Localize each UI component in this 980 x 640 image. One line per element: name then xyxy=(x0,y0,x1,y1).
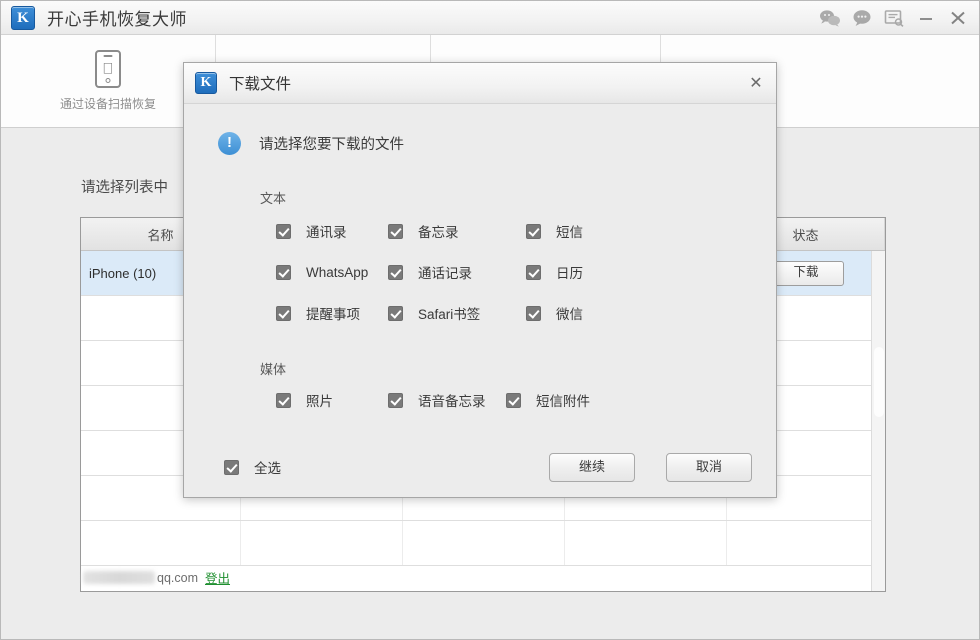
select-all-checkbox[interactable]: 全选 xyxy=(224,457,281,477)
text-checkbox-grid: 通讯录 备忘录 短信 WhatsApp 通话记录 日历 提醒事项 Safari书… xyxy=(276,221,776,323)
checkbox-reminders[interactable]: 提醒事项 xyxy=(276,303,388,323)
wechat-icon[interactable] xyxy=(819,8,841,28)
checkbox-contacts[interactable]: 通讯录 xyxy=(276,221,388,241)
checkbox-label: 语音备忘录 xyxy=(418,394,486,409)
checkbox-icon[interactable] xyxy=(388,392,403,408)
close-button[interactable] xyxy=(947,8,969,28)
dialog-action-buttons: 继续 取消 xyxy=(549,452,752,482)
checkbox-photos[interactable]: 照片 xyxy=(276,390,388,410)
feedback-icon[interactable] xyxy=(883,8,905,28)
checkbox-icon[interactable] xyxy=(224,459,239,475)
checkbox-icon[interactable] xyxy=(388,264,403,280)
checkbox-icon[interactable] xyxy=(276,223,291,239)
checkbox-icon[interactable] xyxy=(526,264,541,280)
checkbox-calendar[interactable]: 日历 xyxy=(526,262,666,282)
table-scrollbar[interactable] xyxy=(871,251,885,591)
dialog-logo-icon: K xyxy=(195,72,217,94)
message-icon[interactable] xyxy=(851,8,873,28)
download-button[interactable]: 下载 xyxy=(768,260,844,286)
checkbox-sms[interactable]: 短信 xyxy=(526,221,666,241)
checkbox-sms-attachments[interactable]: 短信附件 xyxy=(506,390,646,410)
cell-1 xyxy=(241,521,403,565)
cancel-button[interactable]: 取消 xyxy=(666,452,752,482)
checkbox-label: Safari书签 xyxy=(418,307,481,322)
nav-item-label: 通过设备扫描恢复 xyxy=(59,97,156,111)
checkbox-wechat[interactable]: 微信 xyxy=(526,303,666,323)
checkbox-notes[interactable]: 备忘录 xyxy=(388,221,526,241)
checkbox-voice-memos[interactable]: 语音备忘录 xyxy=(388,390,506,410)
checkbox-icon[interactable] xyxy=(388,305,403,321)
dialog-prompt-text: 请选择您要下载的文件 xyxy=(259,137,404,153)
dialog-title: 下载文件 xyxy=(229,76,292,93)
checkbox-label: 微信 xyxy=(556,307,583,322)
titlebar-actions xyxy=(819,8,979,28)
apple-logo-icon:  xyxy=(102,62,113,77)
app-logo-icon: K xyxy=(11,5,35,30)
account-domain: qq.com xyxy=(157,570,198,585)
checkbox-label: 短信 xyxy=(556,225,583,240)
select-all-label: 全选 xyxy=(254,461,281,476)
checkbox-icon[interactable] xyxy=(526,223,541,239)
checkbox-label: 备忘录 xyxy=(418,225,459,240)
dialog-titlebar: K 下载文件 ✕ xyxy=(184,63,776,104)
checkbox-icon[interactable] xyxy=(276,305,291,321)
minimize-button[interactable] xyxy=(915,8,937,28)
checkbox-whatsapp[interactable]: WhatsApp xyxy=(276,262,388,282)
checkbox-icon[interactable] xyxy=(526,305,541,321)
info-icon xyxy=(218,132,241,155)
cell-3 xyxy=(565,521,727,565)
cell-name xyxy=(81,521,241,565)
dialog-close-icon[interactable]: ✕ xyxy=(746,74,766,94)
checkbox-label: 通话记录 xyxy=(418,266,472,281)
iphone-icon:  xyxy=(95,50,121,88)
cell-2 xyxy=(403,521,565,565)
checkbox-safari-bookmarks[interactable]: Safari书签 xyxy=(388,303,526,323)
checkbox-label: 照片 xyxy=(306,394,333,409)
dialog-prompt: 请选择您要下载的文件 xyxy=(184,104,776,155)
checkbox-label: WhatsApp xyxy=(306,264,369,280)
titlebar: K 开心手机恢复大师 xyxy=(1,1,979,35)
group-title-text: 文本 xyxy=(260,191,287,206)
download-files-dialog: K 下载文件 ✕ 请选择您要下载的文件 文本 通讯录 备忘录 短信 xyxy=(183,62,777,498)
checkbox-call-history[interactable]: 通话记录 xyxy=(388,262,526,282)
checkbox-label: 通讯录 xyxy=(306,225,347,240)
app-title: 开心手机恢复大师 xyxy=(47,10,187,29)
dialog-body: 请选择您要下载的文件 文本 通讯录 备忘录 短信 WhatsApp xyxy=(184,104,776,498)
checkbox-icon[interactable] xyxy=(388,223,403,239)
continue-button[interactable]: 继续 xyxy=(549,452,635,482)
account-footer: qq.com 登出 xyxy=(83,568,230,587)
checkbox-label: 日历 xyxy=(556,266,583,281)
dialog-footer: 全选 继续 取消 xyxy=(184,436,776,498)
checkbox-label: 短信附件 xyxy=(536,394,590,409)
content-hint: 请选择列表中 xyxy=(81,180,168,196)
scrollbar-thumb[interactable] xyxy=(874,347,884,417)
checkbox-icon[interactable] xyxy=(506,392,521,408)
checkbox-icon[interactable] xyxy=(276,392,291,408)
account-name-masked xyxy=(83,571,155,584)
table-row[interactable] xyxy=(81,521,885,566)
checkbox-label: 提醒事项 xyxy=(306,307,360,322)
group-title-media: 媒体 xyxy=(260,362,287,377)
checkbox-icon[interactable] xyxy=(276,264,291,280)
media-checkbox-grid: 照片 语音备忘录 短信附件 xyxy=(276,390,776,410)
logout-link[interactable]: 登出 xyxy=(205,568,230,587)
cell-status xyxy=(727,521,885,565)
